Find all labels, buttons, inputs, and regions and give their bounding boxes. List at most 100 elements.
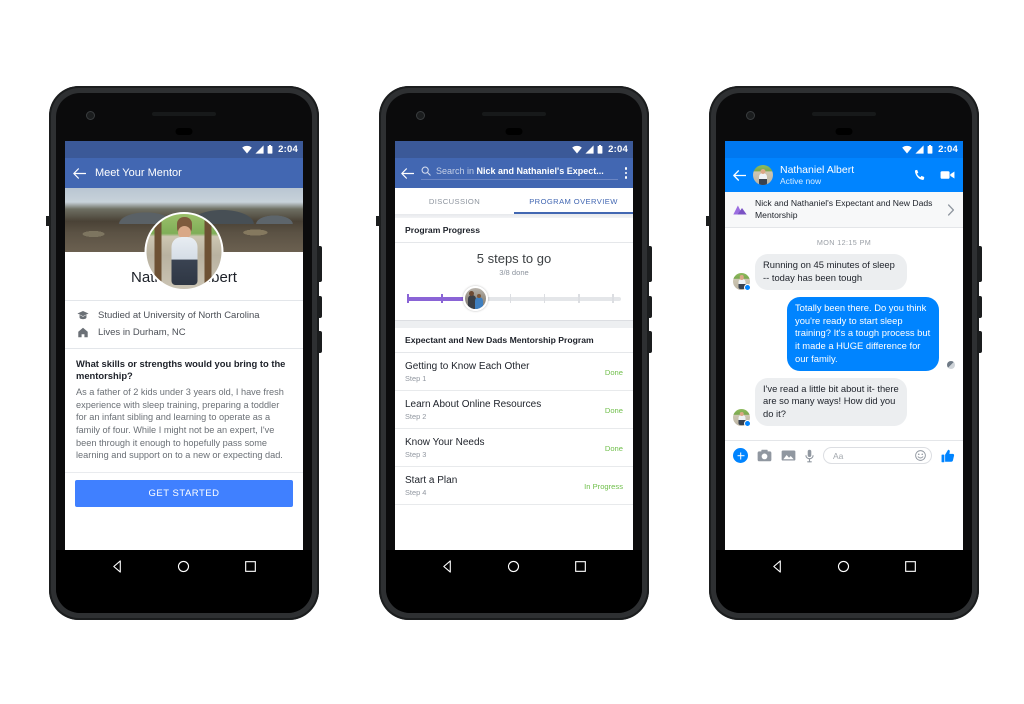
phone1-power-button[interactable] bbox=[319, 246, 322, 282]
home-icon bbox=[78, 327, 88, 338]
phone-device-2: 2:04 Search in Nick and Nathaniel's Expe… bbox=[376, 86, 652, 620]
progress-track[interactable] bbox=[407, 286, 621, 311]
progress-tick-6 bbox=[612, 294, 614, 303]
message-incoming-2: I've read a little bit about it- there a… bbox=[733, 377, 955, 427]
phone3-volume-down-button[interactable] bbox=[979, 331, 982, 353]
camera-icon[interactable] bbox=[757, 449, 772, 462]
battery-icon bbox=[267, 145, 273, 154]
status-bar-time-2: 2:04 bbox=[608, 144, 628, 155]
status-bar-time-3: 2:04 bbox=[938, 144, 958, 155]
search-text: Search in Nick and Nathaniel's Expect... bbox=[436, 166, 604, 176]
cover-photo[interactable] bbox=[65, 188, 303, 291]
microphone-icon[interactable] bbox=[805, 449, 814, 463]
avatar[interactable] bbox=[733, 272, 751, 291]
back-arrow-icon[interactable] bbox=[401, 167, 414, 179]
battery-icon bbox=[597, 145, 603, 154]
message-outgoing-1: Totally been there. Do you think you're … bbox=[733, 296, 955, 371]
message-bubble[interactable]: I've read a little bit about it- there a… bbox=[755, 377, 907, 426]
nav-back-icon[interactable] bbox=[771, 560, 784, 573]
profile-info-block: Studied at University of North Carolina … bbox=[65, 301, 303, 348]
nav-back-icon[interactable] bbox=[441, 560, 454, 573]
message-thread: MON 12:15 PM Running on 45 minutes of sl… bbox=[725, 228, 963, 441]
contact-info[interactable]: Nathaniel Albert Active now bbox=[780, 164, 854, 186]
phone2-screen: 2:04 Search in Nick and Nathaniel's Expe… bbox=[395, 141, 633, 550]
phone2-power-button[interactable] bbox=[649, 246, 652, 282]
progress-thumb-avatar[interactable] bbox=[462, 286, 488, 311]
step-title: Know Your Needs bbox=[405, 437, 485, 448]
signal-icon bbox=[255, 145, 264, 154]
search-input[interactable]: Search in Nick and Nathaniel's Expect... bbox=[421, 166, 618, 180]
phone1-left-button[interactable] bbox=[46, 216, 49, 226]
nav-home-icon[interactable] bbox=[507, 560, 520, 573]
section-separator bbox=[395, 321, 633, 328]
table-row[interactable]: Getting to Know Each Other Step 1 Done bbox=[395, 353, 633, 391]
nav-home-icon[interactable] bbox=[177, 560, 190, 573]
app-bar: Meet Your Mentor bbox=[65, 158, 303, 188]
phone3-left-button[interactable] bbox=[706, 216, 709, 226]
gallery-icon[interactable] bbox=[781, 449, 796, 462]
contact-avatar[interactable] bbox=[753, 165, 773, 185]
phone-device-3: 2:04 Nathaniel Albert Active now Nick an… bbox=[706, 86, 982, 620]
plus-icon[interactable] bbox=[733, 448, 748, 464]
get-started-button[interactable]: GET STARTED bbox=[75, 479, 293, 507]
nav-back-icon[interactable] bbox=[111, 560, 124, 573]
phone3-volume-up-button[interactable] bbox=[979, 296, 982, 318]
graduation-cap-icon bbox=[77, 311, 89, 320]
front-camera-icon bbox=[86, 111, 95, 120]
mountain-group-icon bbox=[733, 205, 747, 215]
message-input[interactable]: Aa bbox=[823, 447, 932, 465]
status-badge: Done bbox=[604, 405, 623, 415]
emoji-icon[interactable] bbox=[915, 450, 926, 462]
program-title: Expectant and New Dads Mentorship Progra… bbox=[395, 328, 633, 353]
phone3-screen: 2:04 Nathaniel Albert Active now Nick an… bbox=[725, 141, 963, 550]
proximity-sensor-3 bbox=[835, 128, 853, 135]
avatar-body bbox=[171, 236, 197, 285]
message-bubble[interactable]: Totally been there. Do you think you're … bbox=[787, 296, 939, 371]
info-row-location: Lives in Durham, NC bbox=[65, 324, 303, 341]
step-title: Start a Plan bbox=[405, 475, 458, 486]
phone2-volume-down-button[interactable] bbox=[649, 331, 652, 353]
mentorship-qa: What skills or strengths would you bring… bbox=[65, 349, 303, 472]
status-badge: Done bbox=[604, 443, 623, 453]
steps-list: Getting to Know Each Other Step 1 Done L… bbox=[395, 353, 633, 505]
phone2-left-button[interactable] bbox=[376, 216, 379, 226]
phone1-volume-up-button[interactable] bbox=[319, 296, 322, 318]
android-nav-bar-3 bbox=[716, 550, 972, 613]
back-arrow-icon[interactable] bbox=[73, 167, 86, 179]
proximity-sensor-2 bbox=[505, 128, 523, 135]
avatar[interactable] bbox=[733, 409, 751, 427]
phone-device-1: 2:04 Meet Your Mentor Albert Studied at … bbox=[46, 86, 322, 620]
avatar[interactable] bbox=[144, 212, 224, 291]
back-arrow-icon[interactable] bbox=[733, 169, 746, 181]
nav-recents-icon[interactable] bbox=[904, 560, 917, 573]
earpiece-speaker-3 bbox=[812, 112, 876, 116]
battery-icon bbox=[927, 145, 933, 154]
tab-bar: DISCUSSION PROGRAM OVERVIEW bbox=[395, 188, 633, 214]
phone3-power-button[interactable] bbox=[979, 246, 982, 282]
phone2-volume-up-button[interactable] bbox=[649, 296, 652, 318]
table-row[interactable]: Start a Plan Step 4 In Progress bbox=[395, 467, 633, 505]
header-actions bbox=[913, 169, 955, 182]
front-camera-icon-3 bbox=[746, 111, 755, 120]
video-call-icon[interactable] bbox=[940, 169, 955, 181]
nav-home-icon[interactable] bbox=[837, 560, 850, 573]
signal-icon bbox=[585, 145, 594, 154]
nav-recents-icon[interactable] bbox=[574, 560, 587, 573]
step-number: Step 3 bbox=[405, 450, 427, 459]
phone1-volume-down-button[interactable] bbox=[319, 331, 322, 353]
info-text-location: Lives in Durham, NC bbox=[98, 327, 186, 338]
message-composer: Aa bbox=[725, 440, 963, 471]
table-row[interactable]: Learn About Online Resources Step 2 Done bbox=[395, 391, 633, 429]
phone-call-icon[interactable] bbox=[913, 169, 926, 182]
thumbs-up-icon[interactable] bbox=[941, 449, 955, 463]
tab-program-overview[interactable]: PROGRAM OVERVIEW bbox=[514, 188, 633, 214]
group-context-row[interactable]: Nick and Nathaniel's Expectant and New D… bbox=[725, 192, 963, 229]
messenger-badge-icon bbox=[744, 420, 751, 427]
tab-discussion[interactable]: DISCUSSION bbox=[395, 188, 514, 214]
table-row[interactable]: Know Your Needs Step 3 Done bbox=[395, 429, 633, 467]
kebab-menu-icon[interactable] bbox=[624, 167, 627, 179]
info-text-education: Studied at University of North Carolina bbox=[98, 310, 260, 321]
message-bubble[interactable]: Running on 45 minutes of sleep -- today … bbox=[755, 254, 907, 290]
step-title: Learn About Online Resources bbox=[405, 399, 542, 410]
nav-recents-icon[interactable] bbox=[244, 560, 257, 573]
